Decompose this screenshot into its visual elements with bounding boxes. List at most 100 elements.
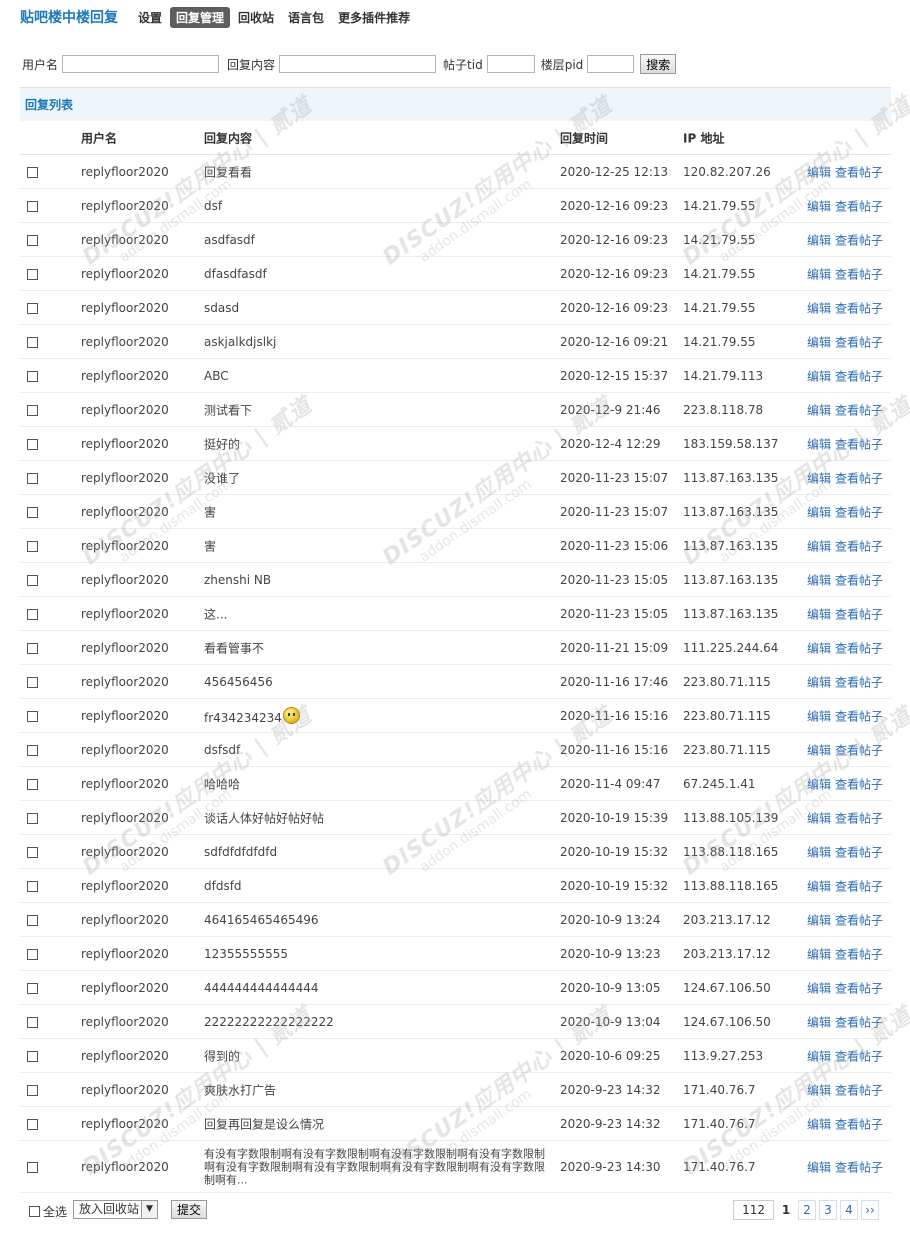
row-checkbox[interactable] <box>27 710 38 722</box>
row-checkbox[interactable] <box>27 540 38 552</box>
row-checkbox-cell[interactable] <box>27 947 38 961</box>
view-post-link[interactable]: 查看帖子 <box>835 267 883 281</box>
nav-recycle-bin[interactable]: 回收站 <box>232 7 280 28</box>
row-checkbox-cell[interactable] <box>27 981 38 995</box>
row-checkbox[interactable] <box>27 744 38 756</box>
edit-link[interactable]: 编辑 <box>807 845 831 859</box>
nav-more-plugins[interactable]: 更多插件推荐 <box>332 7 416 28</box>
row-checkbox-cell[interactable] <box>27 879 38 893</box>
row-checkbox[interactable] <box>27 1084 38 1096</box>
view-post-link[interactable]: 查看帖子 <box>835 539 883 553</box>
row-checkbox-cell[interactable] <box>27 199 38 213</box>
row-checkbox[interactable] <box>27 846 38 858</box>
view-post-link[interactable]: 查看帖子 <box>835 1015 883 1029</box>
chevron-down-icon[interactable]: ▼ <box>141 1201 157 1218</box>
row-checkbox-cell[interactable] <box>27 539 38 553</box>
select-all[interactable]: 全选 <box>26 1203 67 1220</box>
row-checkbox-cell[interactable] <box>27 1083 38 1097</box>
row-checkbox-cell[interactable] <box>27 777 38 791</box>
view-post-link[interactable]: 查看帖子 <box>835 675 883 689</box>
edit-link[interactable]: 编辑 <box>807 199 831 213</box>
row-checkbox-cell[interactable] <box>27 743 38 757</box>
pager-page-3[interactable]: 3 <box>819 1200 837 1220</box>
view-post-link[interactable]: 查看帖子 <box>835 913 883 927</box>
row-checkbox-cell[interactable] <box>27 301 38 315</box>
row-checkbox[interactable] <box>27 642 38 654</box>
row-checkbox[interactable] <box>27 1118 38 1130</box>
edit-link[interactable]: 编辑 <box>807 811 831 825</box>
edit-link[interactable]: 编辑 <box>807 981 831 995</box>
row-checkbox[interactable] <box>27 574 38 586</box>
submit-button[interactable]: 提交 <box>171 1200 208 1219</box>
view-post-link[interactable]: 查看帖子 <box>835 641 883 655</box>
nav-reply-management[interactable]: 回复管理 <box>170 6 231 28</box>
row-checkbox[interactable] <box>27 234 38 246</box>
row-checkbox[interactable] <box>27 982 38 994</box>
edit-link[interactable]: 编辑 <box>807 233 831 247</box>
edit-link[interactable]: 编辑 <box>807 335 831 349</box>
row-checkbox[interactable] <box>27 608 38 620</box>
row-checkbox-cell[interactable] <box>27 335 38 349</box>
edit-link[interactable]: 编辑 <box>807 1049 831 1063</box>
content-input[interactable] <box>279 55 437 73</box>
view-post-link[interactable]: 查看帖子 <box>835 981 883 995</box>
edit-link[interactable]: 编辑 <box>807 403 831 417</box>
row-checkbox[interactable] <box>27 1050 38 1062</box>
row-checkbox[interactable] <box>27 404 38 416</box>
row-checkbox[interactable] <box>27 1161 38 1173</box>
row-checkbox[interactable] <box>27 438 38 450</box>
view-post-link[interactable]: 查看帖子 <box>835 879 883 893</box>
view-post-link[interactable]: 查看帖子 <box>835 437 883 451</box>
row-checkbox-cell[interactable] <box>27 913 38 927</box>
view-post-link[interactable]: 查看帖子 <box>835 845 883 859</box>
edit-link[interactable]: 编辑 <box>807 777 831 791</box>
view-post-link[interactable]: 查看帖子 <box>835 1160 883 1174</box>
username-input[interactable] <box>62 55 220 73</box>
row-checkbox[interactable] <box>27 472 38 484</box>
view-post-link[interactable]: 查看帖子 <box>835 199 883 213</box>
edit-link[interactable]: 编辑 <box>807 471 831 485</box>
search-button[interactable]: 搜索 <box>640 54 677 74</box>
row-checkbox[interactable] <box>27 268 38 280</box>
row-checkbox-cell[interactable] <box>27 573 38 587</box>
edit-link[interactable]: 编辑 <box>807 165 831 179</box>
row-checkbox-cell[interactable] <box>27 1015 38 1029</box>
row-checkbox-cell[interactable] <box>27 607 38 621</box>
edit-link[interactable]: 编辑 <box>807 607 831 621</box>
row-checkbox[interactable] <box>27 302 38 314</box>
row-checkbox-cell[interactable] <box>27 641 38 655</box>
view-post-link[interactable]: 查看帖子 <box>835 607 883 621</box>
row-checkbox-cell[interactable] <box>27 811 38 825</box>
row-checkbox[interactable] <box>27 914 38 926</box>
view-post-link[interactable]: 查看帖子 <box>835 233 883 247</box>
row-checkbox[interactable] <box>27 676 38 688</box>
row-checkbox-cell[interactable] <box>27 1049 38 1063</box>
row-checkbox[interactable] <box>27 948 38 960</box>
row-checkbox[interactable] <box>27 336 38 348</box>
edit-link[interactable]: 编辑 <box>807 301 831 315</box>
view-post-link[interactable]: 查看帖子 <box>835 947 883 961</box>
edit-link[interactable]: 编辑 <box>807 1117 831 1131</box>
edit-link[interactable]: 编辑 <box>807 1015 831 1029</box>
row-checkbox-cell[interactable] <box>27 165 38 179</box>
view-post-link[interactable]: 查看帖子 <box>835 301 883 315</box>
row-checkbox-cell[interactable] <box>27 369 38 383</box>
view-post-link[interactable]: 查看帖子 <box>835 1049 883 1063</box>
edit-link[interactable]: 编辑 <box>807 1160 831 1174</box>
view-post-link[interactable]: 查看帖子 <box>835 471 883 485</box>
row-checkbox[interactable] <box>27 506 38 518</box>
row-checkbox-cell[interactable] <box>27 403 38 417</box>
view-post-link[interactable]: 查看帖子 <box>835 811 883 825</box>
edit-link[interactable]: 编辑 <box>807 947 831 961</box>
view-post-link[interactable]: 查看帖子 <box>835 165 883 179</box>
edit-link[interactable]: 编辑 <box>807 1083 831 1097</box>
edit-link[interactable]: 编辑 <box>807 879 831 893</box>
view-post-link[interactable]: 查看帖子 <box>835 403 883 417</box>
pid-input[interactable] <box>587 55 635 73</box>
view-post-link[interactable]: 查看帖子 <box>835 1083 883 1097</box>
nav-language-pack[interactable]: 语言包 <box>282 7 330 28</box>
edit-link[interactable]: 编辑 <box>807 539 831 553</box>
row-checkbox-cell[interactable] <box>27 845 38 859</box>
row-checkbox-cell[interactable] <box>27 437 38 451</box>
view-post-link[interactable]: 查看帖子 <box>835 1117 883 1131</box>
